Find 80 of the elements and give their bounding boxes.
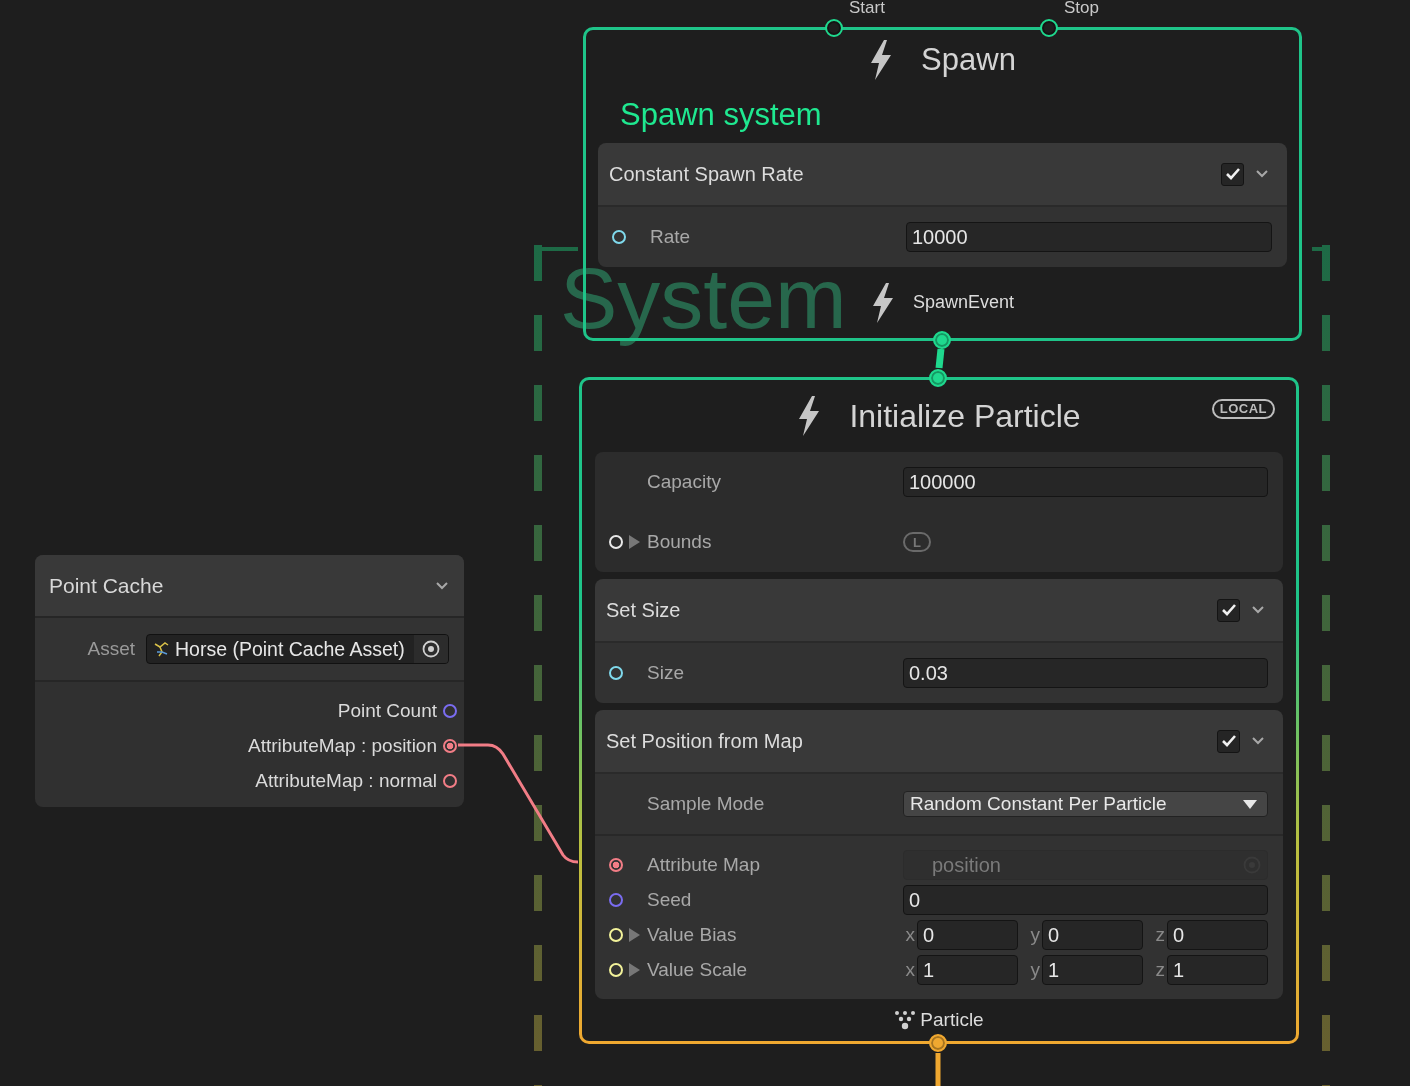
output-label: AttributeMap : normal [255, 769, 437, 792]
dropdown[interactable]: Random Constant Per Particle [903, 791, 1268, 817]
chevron-icon[interactable] [436, 581, 448, 590]
property-label: Attribute Map [647, 853, 761, 876]
property-label: Rate [650, 226, 692, 248]
property-label: Capacity [647, 471, 722, 493]
value-field[interactable]: 1 [917, 954, 1018, 985]
value-field[interactable]: 0 [1042, 919, 1143, 950]
block-header[interactable]: Set Position from Map [595, 710, 1283, 774]
checkbox[interactable] [1221, 162, 1244, 186]
axis-label: z [1154, 923, 1166, 946]
axis-label: y [1029, 923, 1041, 946]
checkmark-icon [1220, 734, 1237, 748]
block-title: Set Position from Map [606, 729, 804, 753]
object-field[interactable]: Horse (Point Cache Asset) [146, 634, 449, 664]
block-header[interactable]: Constant Spawn Rate [598, 143, 1287, 207]
chevron-icon[interactable] [1252, 606, 1264, 614]
value-field[interactable]: 1 [1167, 954, 1268, 985]
checkmark-icon [1220, 603, 1237, 617]
output-label: SpawnEvent [912, 292, 1015, 313]
lightning-icon [870, 282, 895, 323]
expand-triangle-icon[interactable] [628, 535, 640, 549]
property-label: Size [647, 662, 685, 684]
object-field: position [903, 849, 1268, 880]
property-label: Sample Mode [647, 793, 766, 815]
output-port[interactable] [443, 773, 457, 788]
property-label: Asset [86, 638, 135, 660]
output-label: Particle [920, 1009, 984, 1031]
port-label: Start [849, 0, 885, 18]
checkbox[interactable] [1217, 729, 1240, 753]
space-badge[interactable]: LOCAL [1211, 399, 1275, 419]
output-port[interactable] [443, 703, 457, 718]
point-cache-icon [153, 640, 171, 658]
axis-label: y [1029, 958, 1041, 981]
value-field[interactable]: 100000 [903, 467, 1268, 497]
lightning-icon [869, 40, 894, 80]
flow-port[interactable] [1040, 19, 1058, 37]
block-title: Constant Spawn Rate [609, 162, 805, 186]
output-port[interactable] [443, 738, 457, 753]
property-label: Value Scale [647, 958, 748, 981]
flow-link [935, 1053, 941, 1086]
value-field[interactable]: 0.03 [903, 658, 1268, 688]
input-port[interactable] [609, 892, 623, 907]
axis-label: x [904, 923, 916, 946]
value-field[interactable]: 10000 [906, 222, 1272, 252]
value-field[interactable]: 0 [917, 919, 1018, 950]
expand-triangle-icon[interactable] [628, 927, 640, 942]
flow-port[interactable] [825, 19, 843, 37]
port-label: Stop [1064, 0, 1099, 18]
axis-label: z [1154, 958, 1166, 981]
flow-port[interactable] [933, 331, 951, 349]
checkbox[interactable] [1217, 598, 1240, 622]
block-title: Set Size [606, 598, 682, 622]
property-label: Seed [647, 888, 693, 911]
expand-triangle-icon[interactable] [628, 962, 640, 977]
value-field[interactable]: 0 [1167, 919, 1268, 950]
block-header[interactable]: Set Size [595, 579, 1283, 643]
chevron-icon[interactable] [1252, 737, 1264, 745]
context-title: Spawn [921, 42, 1016, 78]
flow-link [935, 348, 945, 369]
chevron-icon[interactable] [1256, 170, 1268, 178]
axis-label: x [904, 958, 916, 981]
property-label: Value Bias [647, 923, 738, 946]
value-field[interactable]: 1 [1042, 954, 1143, 985]
property-label: Bounds [647, 531, 713, 553]
lightning-icon [797, 396, 822, 436]
node-header[interactable]: Point Cache [35, 555, 464, 618]
output-label: Point Count [337, 699, 437, 722]
flow-port[interactable] [929, 369, 947, 387]
node-title: Point Cache [49, 573, 164, 598]
output-label: AttributeMap : position [247, 734, 437, 757]
checkmark-icon [1224, 167, 1241, 181]
input-port[interactable] [609, 666, 623, 680]
particle-icon [894, 1010, 917, 1030]
caret-icon [1243, 799, 1257, 809]
context-subtitle: Spawn system [619, 96, 823, 134]
value-field[interactable]: 0 [903, 884, 1268, 915]
input-port[interactable] [612, 230, 626, 244]
flow-port[interactable] [929, 1034, 947, 1052]
context-title: Initialize Particle [849, 397, 1081, 435]
